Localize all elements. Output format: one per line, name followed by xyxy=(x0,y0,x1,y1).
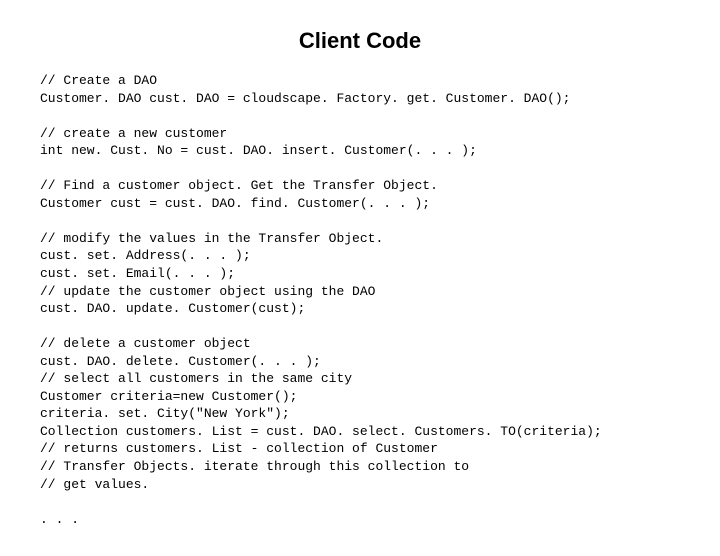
page-title: Client Code xyxy=(40,28,680,54)
code-block: // Create a DAO Customer. DAO cust. DAO … xyxy=(40,72,680,528)
document-page: Client Code // Create a DAO Customer. DA… xyxy=(0,0,720,556)
